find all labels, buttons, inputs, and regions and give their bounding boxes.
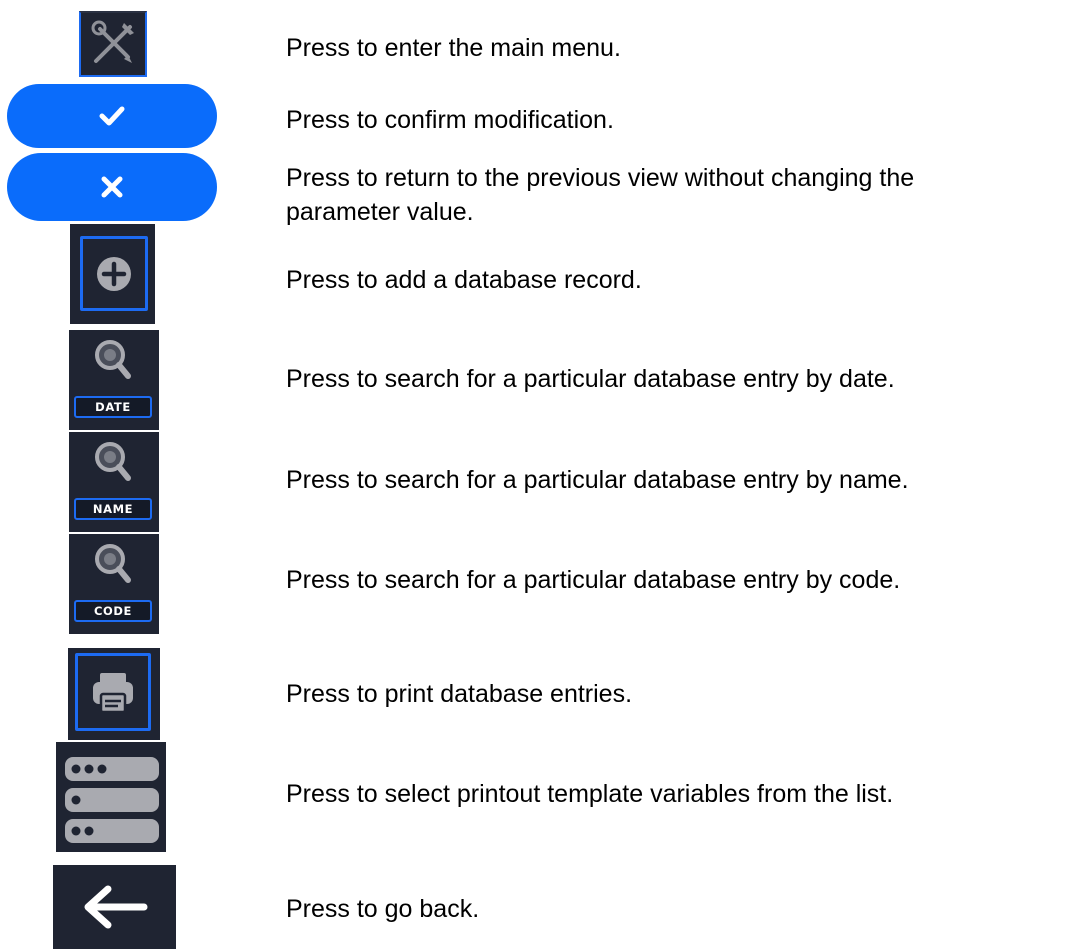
search-date-button[interactable]: DATE bbox=[69, 330, 159, 430]
x-icon bbox=[101, 176, 123, 198]
description-main-menu: Press to enter the main menu. bbox=[286, 34, 621, 62]
description-add-record: Press to add a database record. bbox=[286, 266, 642, 294]
search-date-label: DATE bbox=[74, 396, 152, 418]
search-code-button[interactable]: CODE bbox=[69, 534, 159, 634]
confirm-button[interactable] bbox=[7, 84, 217, 148]
description-back: Press to go back. bbox=[286, 895, 480, 923]
search-icon bbox=[95, 544, 131, 583]
plus-circle-icon bbox=[97, 256, 131, 291]
description-cancel-line2: parameter value. bbox=[286, 198, 474, 226]
add-record-frame bbox=[80, 236, 148, 311]
main-menu-button[interactable] bbox=[79, 11, 147, 77]
description-search-code: Press to search for a particular databas… bbox=[286, 566, 901, 594]
variables-list-icon bbox=[65, 757, 159, 843]
cancel-button[interactable] bbox=[7, 153, 217, 221]
add-record-button[interactable] bbox=[70, 224, 155, 324]
description-search-name: Press to search for a particular databas… bbox=[286, 466, 909, 494]
check-icon bbox=[99, 106, 125, 126]
description-print: Press to print database entries. bbox=[286, 680, 633, 708]
printer-icon bbox=[93, 673, 133, 714]
search-icon bbox=[95, 340, 131, 379]
back-button[interactable] bbox=[53, 865, 176, 949]
variables-list-button[interactable] bbox=[56, 742, 166, 852]
wrench-screwdriver-icon bbox=[91, 20, 134, 63]
search-name-label: NAME bbox=[74, 498, 152, 520]
arrow-left-icon bbox=[84, 885, 147, 929]
print-button[interactable] bbox=[68, 648, 160, 740]
search-icon bbox=[95, 442, 131, 481]
description-cancel: Press to return to the previous view wit… bbox=[286, 164, 915, 192]
search-code-label: CODE bbox=[74, 600, 152, 622]
print-frame bbox=[75, 653, 151, 731]
description-search-date: Press to search for a particular databas… bbox=[286, 365, 895, 393]
description-confirm: Press to confirm modification. bbox=[286, 106, 614, 134]
search-name-button[interactable]: NAME bbox=[69, 432, 159, 532]
description-variables-list: Press to select printout template variab… bbox=[286, 780, 894, 808]
